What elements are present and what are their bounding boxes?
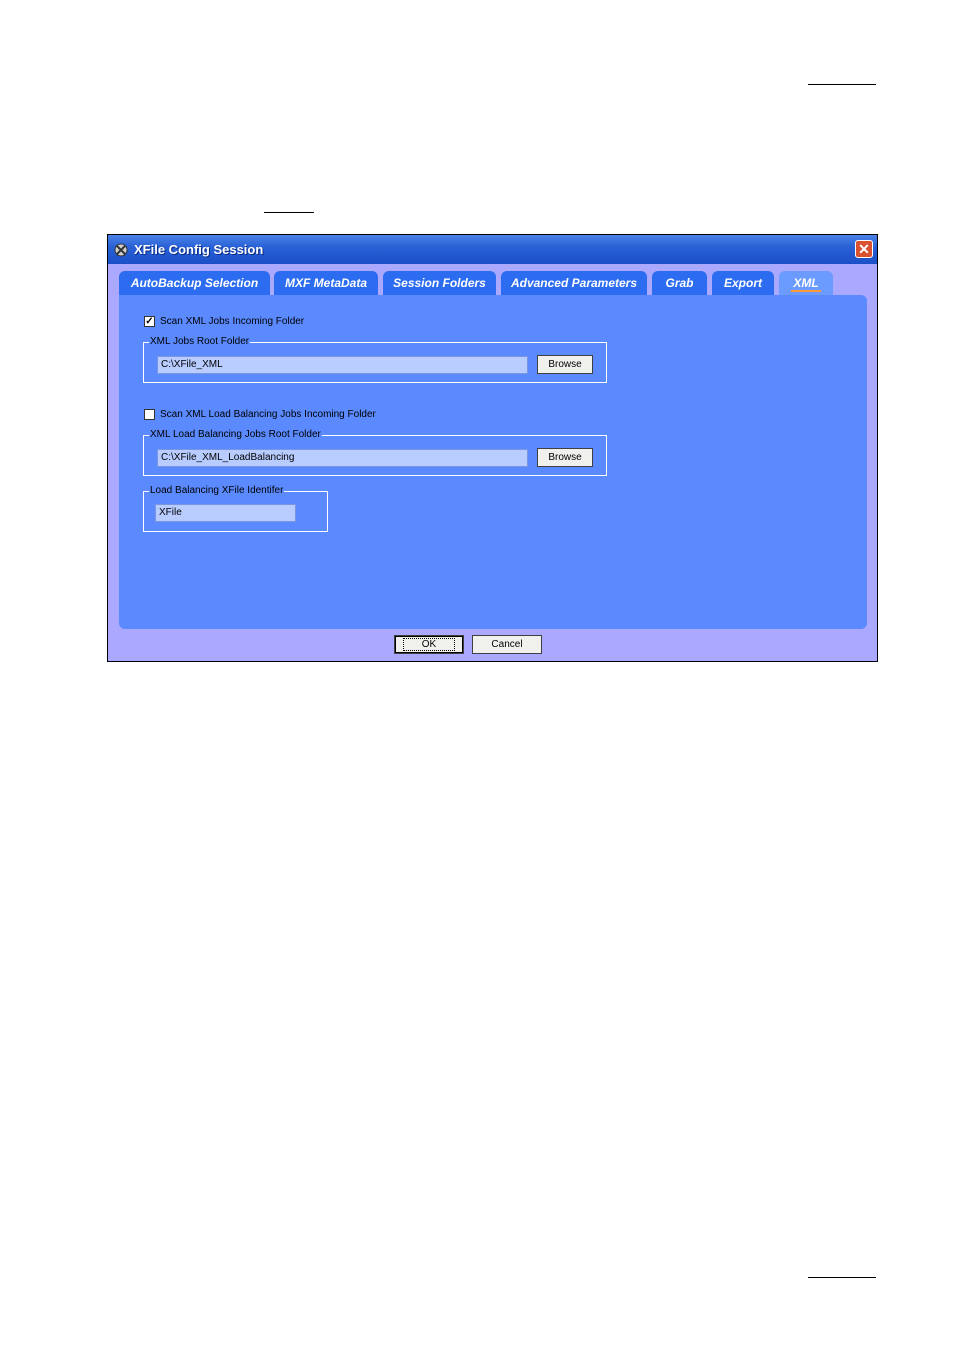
cancel-button[interactable]: Cancel (472, 635, 542, 654)
ok-label: OK (402, 638, 456, 651)
scan-xml-lb-label: Scan XML Load Balancing Jobs Incoming Fo… (160, 409, 376, 420)
xml-lb-root-field[interactable]: C:\XFile_XML_LoadBalancing (157, 449, 528, 467)
ok-button[interactable]: OK (394, 635, 464, 654)
xfile-app-icon (114, 243, 128, 257)
tab-autobackup-selection[interactable]: AutoBackup Selection (119, 271, 270, 295)
lb-identifier-field[interactable]: XFile (155, 504, 296, 522)
xml-jobs-root-group: XML Jobs Root Folder C:\XFile_XML Browse (143, 336, 607, 383)
tab-advanced-parameters[interactable]: Advanced Parameters (501, 271, 647, 295)
config-dialog-window: XFile Config Session ✕ AutoBackup Select… (107, 234, 878, 662)
scan-xml-lb-checkbox[interactable] (144, 409, 155, 420)
scan-xml-lb-row[interactable]: Scan XML Load Balancing Jobs Incoming Fo… (144, 409, 376, 420)
browse-jobs-root-button[interactable]: Browse (537, 355, 593, 374)
window-title: XFile Config Session (134, 242, 264, 257)
xml-jobs-root-field[interactable]: C:\XFile_XML (157, 356, 528, 374)
page-footer-rule (808, 1277, 876, 1278)
lb-identifier-group: Load Balancing XFile Identifer XFile (143, 485, 328, 532)
tab-mxf-metadata[interactable]: MXF MetaData (274, 271, 378, 295)
tab-xml[interactable]: XML (779, 271, 833, 295)
lb-identifier-label: Load Balancing XFile Identifer (149, 485, 285, 497)
close-icon: ✕ (858, 241, 870, 257)
tab-grab[interactable]: Grab (652, 271, 707, 295)
xml-lb-root-label: XML Load Balancing Jobs Root Folder (149, 429, 322, 441)
scan-xml-jobs-checkbox[interactable]: ✓ (144, 316, 155, 327)
title-bar[interactable]: XFile Config Session ✕ (108, 235, 877, 264)
close-button[interactable]: ✕ (855, 240, 873, 258)
xml-jobs-root-label: XML Jobs Root Folder (149, 336, 251, 348)
scan-xml-jobs-row[interactable]: ✓ Scan XML Jobs Incoming Folder (144, 316, 304, 327)
browse-lb-root-button[interactable]: Browse (537, 448, 593, 467)
tab-export[interactable]: Export (712, 271, 774, 295)
tab-session-folders[interactable]: Session Folders (383, 271, 496, 295)
page-header-rule (808, 84, 876, 85)
text-underline-rule (264, 212, 314, 213)
xml-tab-panel: ✓ Scan XML Jobs Incoming Folder XML Jobs… (119, 295, 867, 629)
xml-lb-root-group: XML Load Balancing Jobs Root Folder C:\X… (143, 429, 607, 476)
scan-xml-jobs-label: Scan XML Jobs Incoming Folder (160, 316, 305, 327)
